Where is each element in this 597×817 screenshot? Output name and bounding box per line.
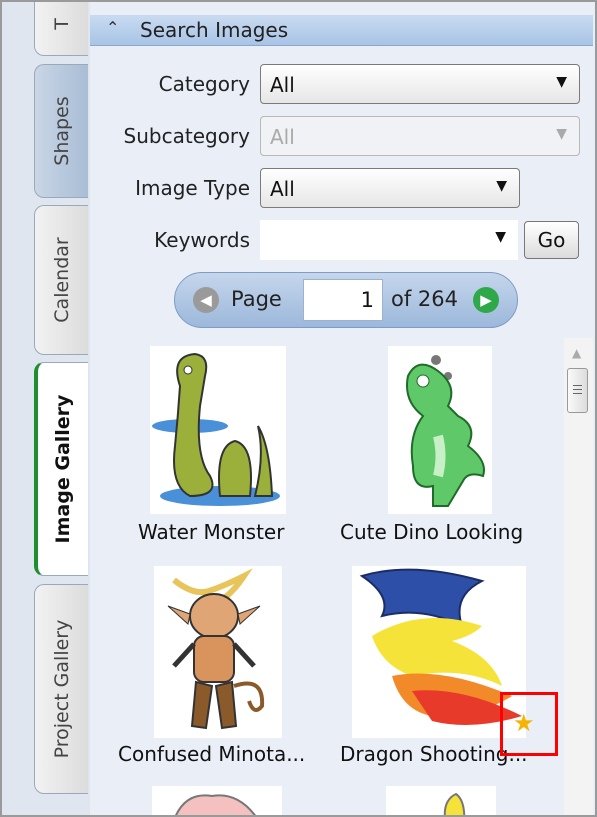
page-label: Page [231,287,282,311]
gallery-scrollbar[interactable]: ▲ [564,338,593,815]
image-type-dropdown[interactable]: All ▼ [260,168,520,208]
image-caption: Confused Minota... [118,742,306,766]
pagination-bar: ◀ Page 1 of 264 ▶ [174,272,518,328]
tab-calendar[interactable]: Calendar [34,205,88,355]
category-value: All [270,73,295,97]
image-type-value: All [270,177,295,201]
arrow-right-icon[interactable]: ▶ [473,287,499,313]
image-grid: Water Monster Cute Dino Looking Confused… [90,338,564,815]
dropdown-arrow-icon[interactable]: ▼ [495,229,506,245]
category-label: Category [158,72,250,96]
tab-label: Project Gallery [50,619,73,759]
dropdown-arrow-icon: ▼ [496,178,507,194]
category-dropdown[interactable]: All ▼ [260,64,580,104]
arrow-left-icon[interactable]: ◀ [193,287,219,313]
chevron-up-icon[interactable]: ⌃ [106,18,119,37]
keywords-combobox[interactable]: ▼ [260,220,518,260]
tab-partial-top[interactable]: T [34,2,88,56]
tab-image-gallery[interactable]: Image Gallery [34,362,88,576]
panel-title: Search Images [140,18,289,42]
go-button[interactable]: Go [524,221,579,259]
star-icon[interactable]: ★ [513,709,535,737]
panel-header[interactable]: ⌃ Search Images [90,15,593,46]
gallery-image[interactable] [152,786,282,815]
image-caption: Cute Dino Looking [340,520,524,544]
page-number-input[interactable]: 1 [303,279,383,321]
subcategory-dropdown[interactable]: All ▼ [260,116,580,156]
gallery-image[interactable] [386,786,496,815]
scrollbar-thumb[interactable] [567,368,588,413]
subcategory-value: All [270,125,295,149]
tab-label: Calendar [50,237,73,323]
dropdown-arrow-icon: ▼ [556,74,567,90]
tab-project-gallery[interactable]: Project Gallery [34,584,88,794]
app-frame: T Shapes Calendar Image Gallery Project … [0,0,597,817]
scroll-up-icon[interactable]: ▲ [572,346,581,360]
vertical-tab-strip: T Shapes Calendar Image Gallery Project … [2,2,90,815]
image-caption: Water Monster [138,520,285,544]
image-type-label: Image Type [135,176,250,200]
gallery-image[interactable] [154,566,282,738]
search-images-panel: ⌃ Search Images Category All ▼ Subcatego… [90,2,593,815]
keywords-label: Keywords [154,228,250,252]
tab-shapes[interactable]: Shapes [34,64,88,198]
page-count: of 264 [391,287,458,311]
subcategory-label: Subcategory [123,124,250,148]
tab-label: Image Gallery [52,394,74,544]
gallery-image[interactable] [150,346,286,514]
gallery-image[interactable] [388,346,492,514]
tab-label: T [50,18,73,30]
favorite-highlight-box: ★ [500,692,558,756]
tab-label: Shapes [50,96,73,166]
dropdown-arrow-icon: ▼ [556,126,567,142]
